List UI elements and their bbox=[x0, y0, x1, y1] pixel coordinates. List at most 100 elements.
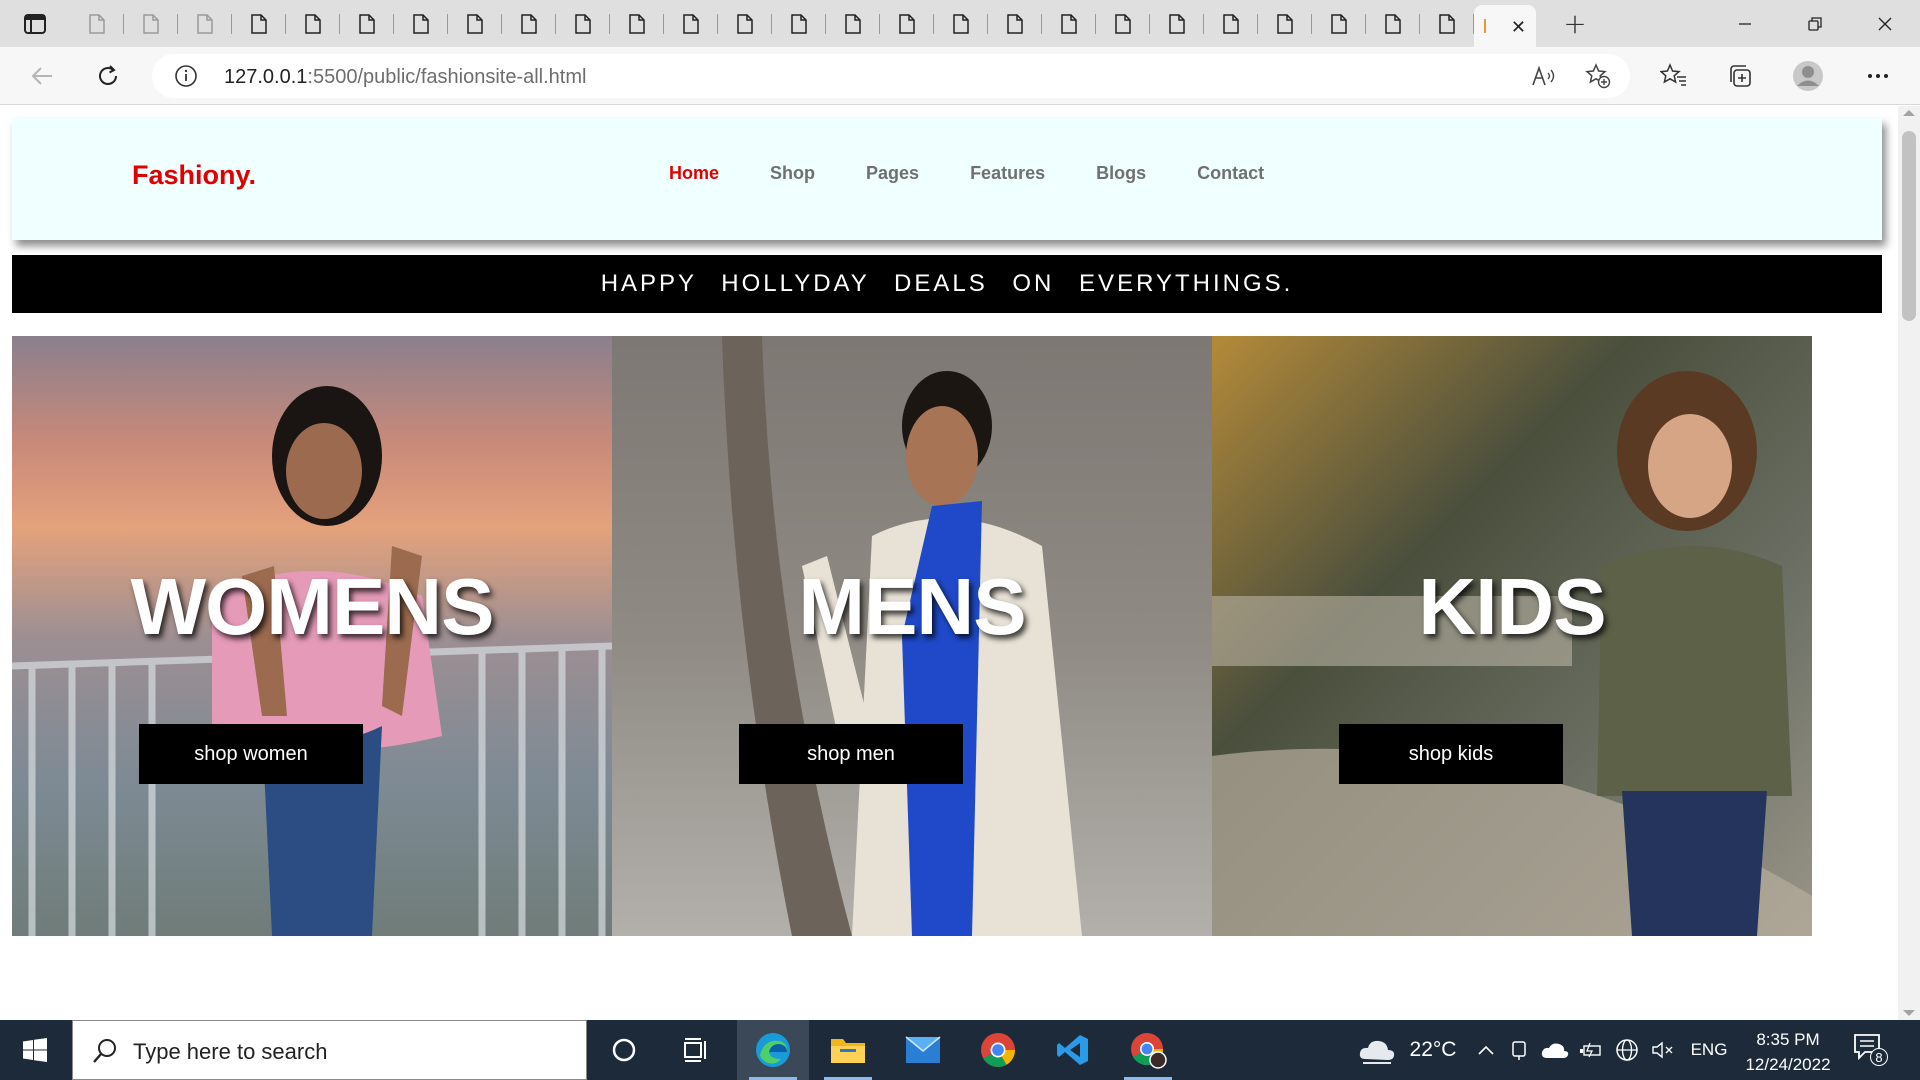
folder-icon bbox=[831, 1039, 865, 1063]
browser-tab[interactable] bbox=[1204, 0, 1258, 47]
meet-now-icon bbox=[1512, 1041, 1526, 1060]
volume-button[interactable] bbox=[1648, 1020, 1678, 1080]
page-icon bbox=[791, 13, 807, 34]
nav-link-features[interactable]: Features bbox=[970, 163, 1045, 184]
minimize-button[interactable] bbox=[1710, 0, 1780, 47]
add-favorite-button[interactable] bbox=[1584, 63, 1612, 89]
category-title: MENS bbox=[798, 562, 1026, 651]
taskbar-edge[interactable] bbox=[737, 1020, 809, 1080]
browser-tab[interactable] bbox=[556, 0, 610, 47]
battery-button[interactable] bbox=[1576, 1020, 1606, 1080]
nav-link-blogs[interactable]: Blogs bbox=[1096, 163, 1146, 184]
address-bar[interactable]: 127.0.0.1:5500/public/fashionsite-all.ht… bbox=[152, 54, 1630, 98]
shop-men-button[interactable]: shop men bbox=[739, 724, 963, 784]
taskbar-clock[interactable]: 8:35 PM 12/24/2022 bbox=[1740, 1027, 1836, 1077]
network-button[interactable] bbox=[1612, 1020, 1642, 1080]
weather-temp[interactable]: 22°C bbox=[1402, 1020, 1464, 1080]
browser-tab[interactable] bbox=[124, 0, 178, 47]
chrome-icon bbox=[981, 1033, 1015, 1067]
page-icon bbox=[521, 13, 537, 34]
collections-button[interactable] bbox=[1720, 57, 1760, 95]
url-text[interactable]: 127.0.0.1:5500/public/fashionsite-all.ht… bbox=[224, 66, 586, 89]
taskbar-file-explorer[interactable] bbox=[812, 1020, 884, 1080]
notifications-button[interactable]: 8 bbox=[1852, 1032, 1892, 1068]
onedrive-button[interactable] bbox=[1538, 1020, 1572, 1080]
browser-tab[interactable] bbox=[1312, 0, 1366, 47]
browser-tab[interactable] bbox=[70, 0, 124, 47]
profile-button[interactable] bbox=[1788, 57, 1828, 95]
task-view-button[interactable] bbox=[660, 1020, 732, 1080]
weather-widget[interactable] bbox=[1352, 1020, 1402, 1080]
page-icon bbox=[1115, 13, 1131, 34]
close-window-button[interactable] bbox=[1850, 0, 1920, 47]
meet-now-button[interactable] bbox=[1506, 1020, 1532, 1080]
back-button[interactable] bbox=[22, 57, 62, 95]
tab-actions-button[interactable] bbox=[0, 0, 70, 47]
page-icon bbox=[1277, 13, 1293, 34]
start-button[interactable] bbox=[0, 1020, 70, 1080]
browser-tab[interactable] bbox=[610, 0, 664, 47]
url-host: 127.0.0.1 bbox=[224, 66, 308, 88]
browser-tab-active[interactable]: ✕ bbox=[1474, 5, 1536, 47]
browser-tab[interactable] bbox=[880, 0, 934, 47]
browser-tab[interactable] bbox=[232, 0, 286, 47]
taskbar-vscode[interactable] bbox=[1037, 1020, 1109, 1080]
browser-tab[interactable] bbox=[1258, 0, 1312, 47]
browser-tab[interactable] bbox=[394, 0, 448, 47]
shop-kids-button[interactable]: shop kids bbox=[1339, 724, 1563, 784]
category-mens[interactable]: MENS shop men bbox=[612, 336, 1212, 936]
nav-link-shop[interactable]: Shop bbox=[770, 163, 815, 184]
site-logo[interactable]: Fashiony. bbox=[132, 160, 256, 191]
taskbar-mail[interactable] bbox=[887, 1020, 959, 1080]
chrome-profile-icon bbox=[1131, 1033, 1167, 1069]
edge-browser-icon bbox=[756, 1033, 790, 1067]
settings-more-button[interactable] bbox=[1858, 57, 1898, 95]
cloud-weather-icon bbox=[1359, 1040, 1395, 1064]
show-hidden-icons-button[interactable] bbox=[1472, 1020, 1500, 1080]
reload-button[interactable] bbox=[88, 57, 128, 95]
page-icon bbox=[629, 13, 645, 34]
new-tab-button[interactable]: + bbox=[1550, 0, 1600, 47]
browser-tab[interactable] bbox=[178, 0, 232, 47]
cortana-button[interactable] bbox=[588, 1020, 660, 1080]
read-aloud-button[interactable] bbox=[1530, 63, 1558, 89]
scroll-down-arrow-icon[interactable] bbox=[1903, 1010, 1915, 1016]
scroll-up-arrow-icon[interactable] bbox=[1903, 110, 1915, 116]
restore-button[interactable] bbox=[1780, 0, 1850, 47]
taskbar-search[interactable]: Type here to search bbox=[72, 1020, 587, 1080]
browser-tab[interactable] bbox=[502, 0, 556, 47]
nav-link-contact[interactable]: Contact bbox=[1197, 163, 1264, 184]
browser-tab[interactable] bbox=[286, 0, 340, 47]
browser-tab[interactable] bbox=[718, 0, 772, 47]
page-scrollbar[interactable] bbox=[1898, 106, 1920, 1020]
browser-tab[interactable] bbox=[1042, 0, 1096, 47]
taskbar-chrome-profile[interactable] bbox=[1112, 1020, 1184, 1080]
shop-women-button[interactable]: shop women bbox=[139, 724, 363, 784]
browser-tab[interactable] bbox=[448, 0, 502, 47]
browser-tab[interactable] bbox=[1420, 0, 1474, 47]
category-womens[interactable]: WOMENS shop women bbox=[12, 336, 612, 936]
category-kids[interactable]: KIDS shop kids bbox=[1212, 336, 1812, 936]
site-info-icon[interactable] bbox=[174, 64, 198, 88]
site-header: Fashiony. Home Shop Pages Features Blogs Cont… bbox=[12, 118, 1882, 240]
nav-link-home[interactable]: Home bbox=[669, 163, 719, 184]
input-language[interactable]: ENG bbox=[1684, 1020, 1734, 1080]
clock-date: 12/24/2022 bbox=[1745, 1055, 1831, 1074]
browser-tab[interactable] bbox=[1366, 0, 1420, 47]
scroll-thumb[interactable] bbox=[1902, 131, 1916, 321]
browser-tab[interactable] bbox=[664, 0, 718, 47]
favorites-button[interactable] bbox=[1654, 57, 1694, 95]
browser-tab[interactable] bbox=[1096, 0, 1150, 47]
browser-tab[interactable] bbox=[934, 0, 988, 47]
browser-tab-strip: ✕ + bbox=[0, 0, 1920, 47]
browser-tab[interactable] bbox=[772, 0, 826, 47]
read-aloud-icon bbox=[1532, 65, 1555, 86]
browser-tab[interactable] bbox=[988, 0, 1042, 47]
close-tab-button[interactable]: ✕ bbox=[1511, 17, 1526, 38]
taskbar-chrome[interactable] bbox=[962, 1020, 1034, 1080]
browser-tab[interactable] bbox=[340, 0, 394, 47]
browser-tab[interactable] bbox=[826, 0, 880, 47]
clock-time: 8:35 PM bbox=[1756, 1030, 1820, 1049]
nav-link-pages[interactable]: Pages bbox=[866, 163, 919, 184]
browser-tab[interactable] bbox=[1150, 0, 1204, 47]
